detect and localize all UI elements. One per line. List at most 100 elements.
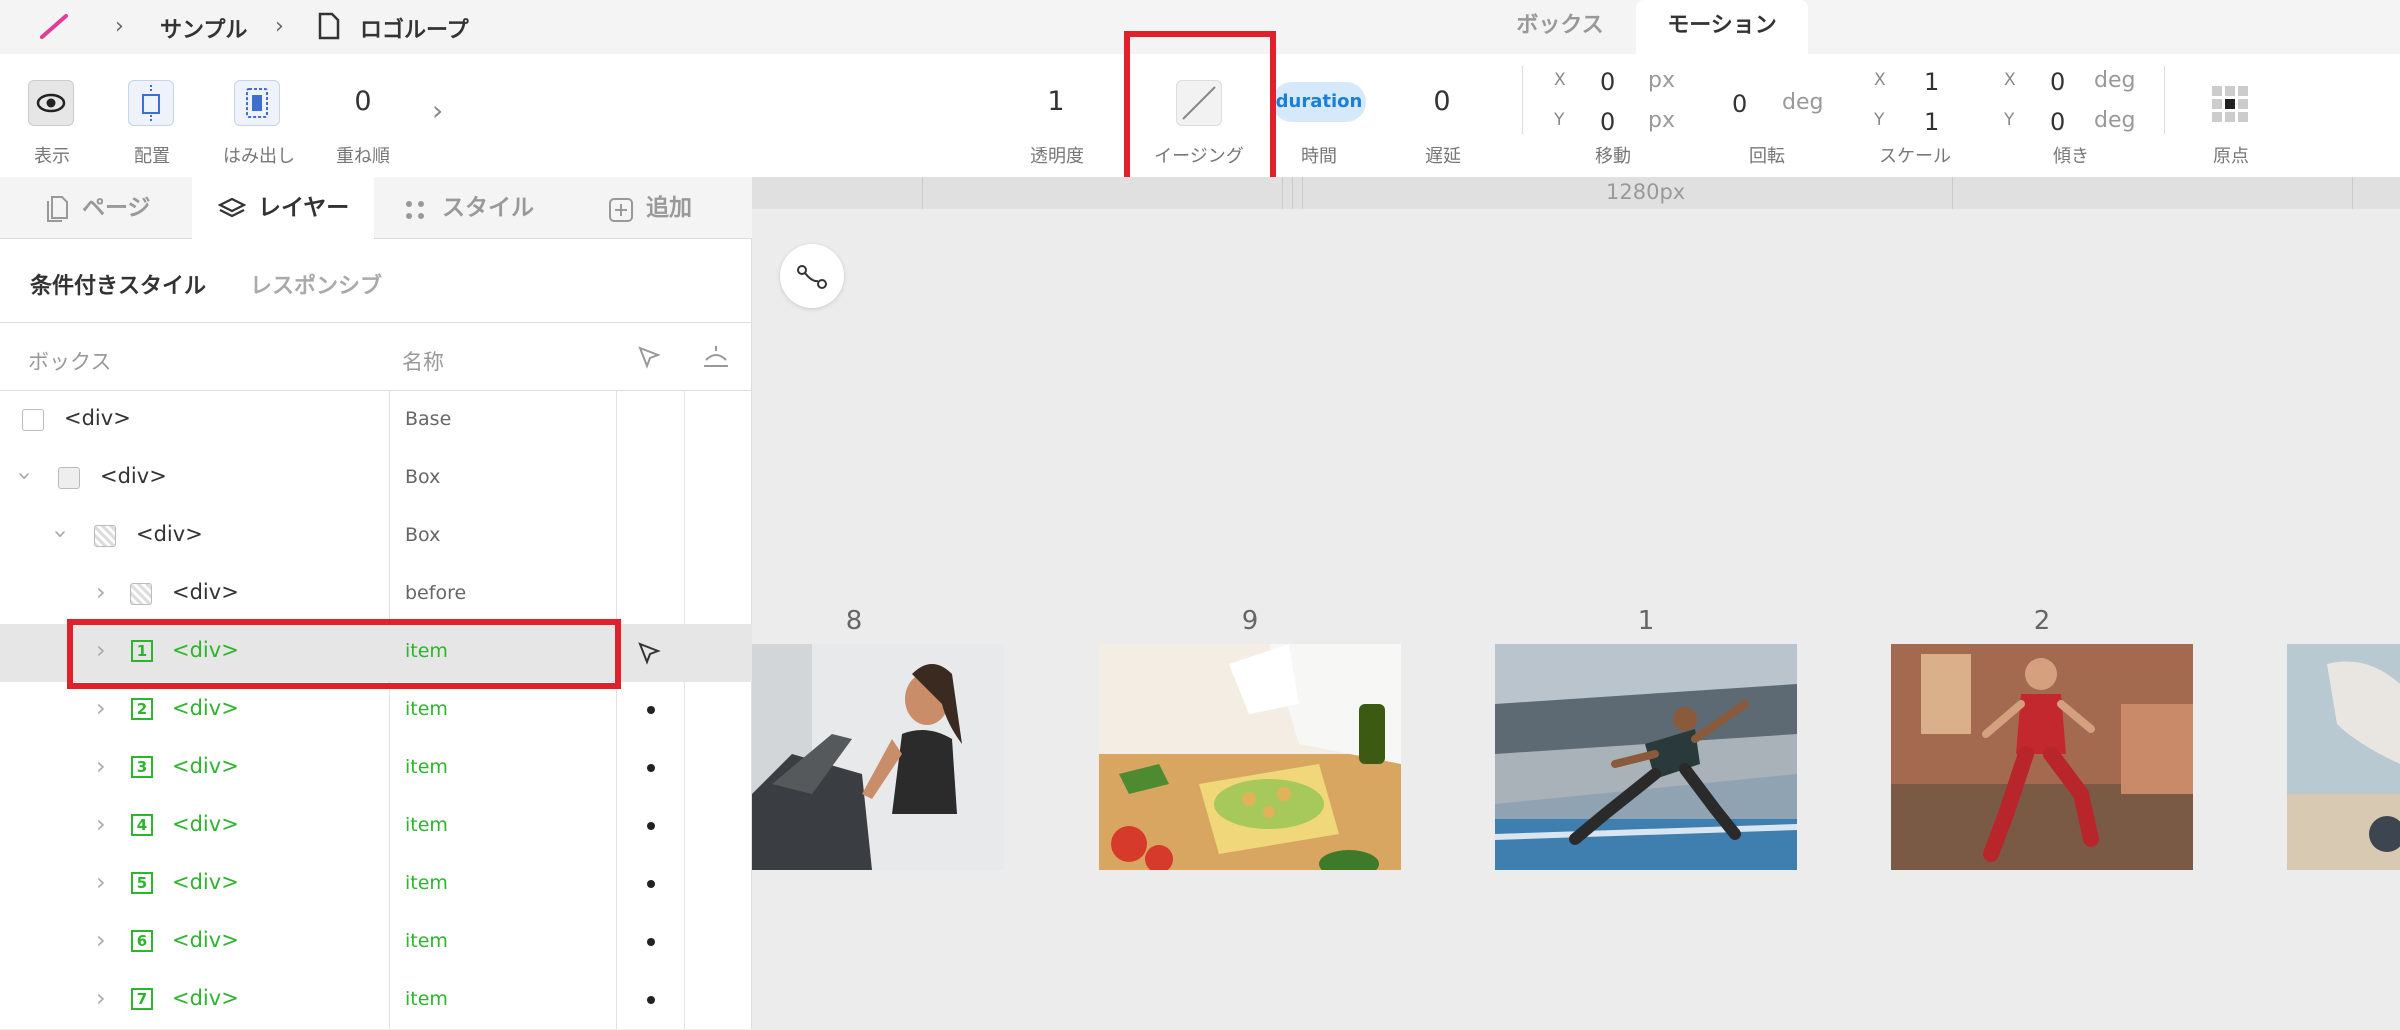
- tab-add[interactable]: 追加: [646, 177, 692, 239]
- tab-box[interactable]: ボックス: [1490, 0, 1630, 54]
- pages-icon: [47, 196, 68, 222]
- layer-row-item-7[interactable]: › 7 <div> item: [0, 972, 752, 1030]
- layer-row-base[interactable]: <div> Base: [0, 392, 752, 450]
- zindex-value[interactable]: 0: [345, 86, 381, 117]
- scale-y-value[interactable]: 1: [1924, 108, 1939, 136]
- divider: [0, 322, 752, 323]
- layer-row-item-4[interactable]: › 4 <div> item: [0, 798, 752, 856]
- origin-grid-icon[interactable]: [2210, 84, 2250, 124]
- checkbox[interactable]: [22, 409, 44, 431]
- delay-value[interactable]: 0: [1424, 86, 1460, 117]
- card-number: 8: [845, 606, 863, 636]
- add-icon: [609, 198, 633, 222]
- checkbox[interactable]: [58, 467, 80, 489]
- chevron-right-icon[interactable]: ›: [96, 810, 106, 838]
- visibility-icon[interactable]: [702, 344, 730, 370]
- breadcrumb-project[interactable]: サンプル: [160, 12, 247, 44]
- skew-y-axis: Y: [2004, 110, 2015, 130]
- easing-highlight: [1124, 31, 1276, 183]
- layer-name: item: [405, 872, 448, 894]
- skew-x-axis: X: [2004, 70, 2016, 90]
- card-number: 9: [1241, 606, 1259, 636]
- layer-row-item-5[interactable]: › 5 <div> item: [0, 856, 752, 914]
- layer-tag: <div>: [172, 928, 239, 952]
- layer-row-item-2[interactable]: › 2 <div> item: [0, 682, 752, 740]
- layer-row-item-6[interactable]: › 6 <div> item: [0, 914, 752, 972]
- chevron-right-icon[interactable]: ›: [96, 578, 106, 606]
- dot-indicator: [647, 764, 655, 772]
- hatched-box-icon: [94, 525, 116, 547]
- dot-indicator: [647, 938, 655, 946]
- overflow-button[interactable]: [234, 80, 280, 126]
- chevron-right-icon[interactable]: ›: [96, 694, 106, 722]
- layer-row-before[interactable]: › <div> before: [0, 566, 752, 624]
- chevron-right-icon[interactable]: ›: [96, 984, 106, 1012]
- view-label: 表示: [34, 146, 70, 167]
- dot-indicator: [647, 880, 655, 888]
- view-toggle-button[interactable]: [28, 80, 74, 126]
- chevron-down-icon[interactable]: ›: [11, 471, 39, 481]
- item-number-badge: 5: [131, 872, 153, 894]
- layer-row-item-3[interactable]: › 3 <div> item: [0, 740, 752, 798]
- skew-y-value[interactable]: 0: [2050, 108, 2065, 136]
- scale-x-axis: X: [1874, 70, 1886, 90]
- runner-photo: [1495, 644, 1797, 870]
- rotate-label: 回転: [1749, 146, 1785, 167]
- chevron-right-icon[interactable]: ›: [96, 868, 106, 896]
- overflow-icon: [246, 88, 268, 118]
- layer-tag: <div>: [64, 406, 131, 430]
- tab-pages[interactable]: ページ: [82, 177, 151, 239]
- tab-styles[interactable]: スタイル: [442, 177, 534, 239]
- chevron-right-icon: ›: [115, 14, 124, 39]
- align-label: 配置: [134, 146, 170, 167]
- fitness-photo: [1891, 644, 2193, 870]
- chevron-down-icon[interactable]: ›: [47, 529, 75, 539]
- partial-photo: [2287, 644, 2400, 870]
- pen-icon[interactable]: [38, 12, 70, 40]
- duration-badge[interactable]: duration: [1272, 82, 1366, 122]
- divider: [2164, 66, 2165, 134]
- image-card-gym[interactable]: [752, 644, 1004, 870]
- path-button[interactable]: [780, 244, 844, 308]
- divider: [0, 390, 752, 391]
- move-x-value[interactable]: 0: [1600, 68, 1615, 96]
- opacity-value[interactable]: 1: [1038, 86, 1074, 117]
- page-icon: [318, 12, 340, 40]
- image-card-salad[interactable]: [1099, 644, 1401, 870]
- pointer-icon[interactable]: [636, 640, 662, 666]
- item-number-badge: 6: [131, 930, 153, 952]
- layer-name: Base: [405, 408, 452, 430]
- layer-row-box[interactable]: › <div> Box: [0, 450, 752, 508]
- chevron-right-icon[interactable]: ›: [96, 752, 106, 780]
- subtab-conditional[interactable]: 条件付きスタイル: [30, 268, 206, 300]
- opacity-label: 透明度: [1030, 146, 1084, 167]
- skew-y-unit: deg: [2094, 108, 2136, 133]
- scale-x-value[interactable]: 1: [1924, 68, 1939, 96]
- styles-icon: [406, 201, 424, 219]
- layer-tag: <div>: [172, 696, 239, 720]
- align-button[interactable]: [128, 80, 174, 126]
- image-card-runner[interactable]: [1495, 644, 1797, 870]
- rotate-value[interactable]: 0: [1732, 90, 1747, 118]
- salad-photo: [1099, 644, 1401, 870]
- divider: [1522, 66, 1523, 134]
- canvas[interactable]: [752, 177, 2400, 1029]
- origin-label: 原点: [2213, 146, 2249, 167]
- image-card-fitness[interactable]: [1891, 644, 2193, 870]
- scale-label: スケール: [1879, 146, 1951, 167]
- move-y-value[interactable]: 0: [1600, 108, 1615, 136]
- chevron-right-icon[interactable]: ›: [432, 94, 443, 127]
- chevron-right-icon[interactable]: ›: [96, 926, 106, 954]
- subtab-responsive[interactable]: レスポンシブ: [250, 268, 382, 300]
- chevron-right-icon: ›: [275, 14, 284, 39]
- skew-x-value[interactable]: 0: [2050, 68, 2065, 96]
- dot-indicator: [647, 822, 655, 830]
- layer-row-box-inner[interactable]: › <div> Box: [0, 508, 752, 566]
- tab-layers[interactable]: レイヤー: [258, 177, 349, 239]
- pointer-icon[interactable]: [636, 344, 662, 370]
- tab-motion[interactable]: モーション: [1636, 0, 1808, 54]
- layer-name: before: [405, 582, 467, 604]
- breadcrumb-page[interactable]: ロゴループ: [360, 12, 469, 44]
- image-card-partial[interactable]: [2287, 644, 2400, 870]
- item-number-badge: 2: [131, 698, 153, 720]
